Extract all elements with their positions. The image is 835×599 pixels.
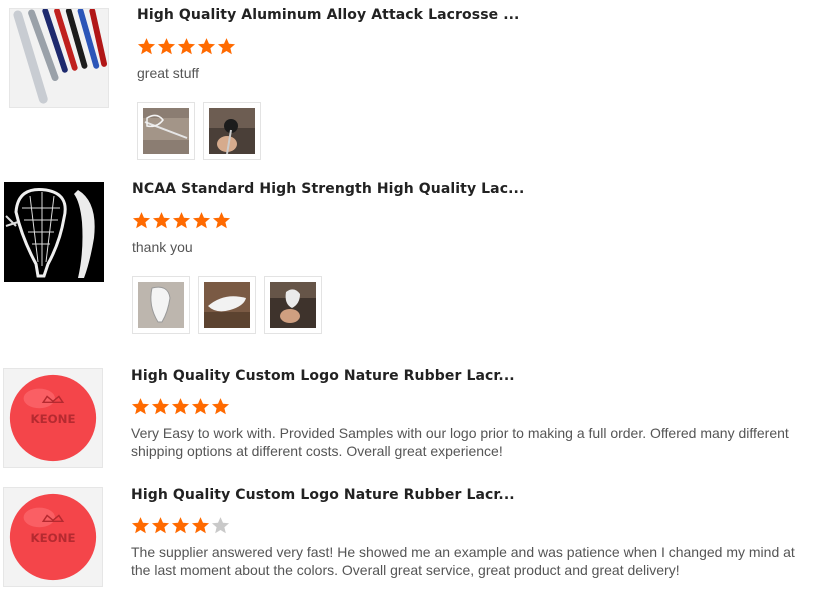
star-filled-icon [151, 517, 170, 534]
review-photo[interactable] [137, 102, 195, 160]
star-filled-icon [217, 38, 236, 55]
lacrosse-head-image [4, 182, 104, 282]
review-comment: Very Easy to work with. Provided Samples… [131, 425, 789, 459]
product-thumbnail[interactable] [9, 8, 109, 108]
star-filled-icon [191, 398, 210, 415]
star-filled-icon [131, 517, 150, 534]
product-thumbnail[interactable] [4, 182, 104, 282]
star-filled-icon [151, 398, 170, 415]
lacrosse-head-photo [138, 282, 184, 328]
star-filled-icon [172, 212, 191, 229]
rating-stars [131, 397, 230, 417]
star-filled-icon [157, 38, 176, 55]
review-photo[interactable] [203, 102, 261, 160]
star-filled-icon [192, 212, 211, 229]
product-title[interactable]: NCAA Standard High Strength High Quality… [132, 181, 524, 197]
star-empty-icon [211, 517, 230, 534]
star-filled-icon [171, 398, 190, 415]
review-photo[interactable] [198, 276, 256, 334]
red-lacrosse-ball-image: KEONE [4, 369, 102, 467]
star-filled-icon [131, 398, 150, 415]
star-filled-icon [211, 398, 230, 415]
rating-stars [131, 516, 230, 536]
star-filled-icon [191, 517, 210, 534]
review-photo[interactable] [132, 276, 190, 334]
rating-stars [132, 211, 231, 231]
product-title[interactable]: High Quality Custom Logo Nature Rubber L… [131, 368, 515, 384]
product-title[interactable]: High Quality Aluminum Alloy Attack Lacro… [137, 7, 519, 23]
ball-logo-text: KEONE [31, 412, 76, 426]
review-photo[interactable] [264, 276, 322, 334]
review-comment: thank you [132, 239, 193, 255]
lacrosse-stick-hand-photo [209, 108, 255, 154]
star-filled-icon [132, 212, 151, 229]
lacrosse-stick-photo [143, 108, 189, 154]
rating-stars [137, 37, 236, 57]
star-filled-icon [171, 517, 190, 534]
lacrosse-head-hand-photo [270, 282, 316, 328]
star-filled-icon [177, 38, 196, 55]
product-thumbnail[interactable]: KEONE [3, 368, 103, 468]
star-filled-icon [197, 38, 216, 55]
star-filled-icon [152, 212, 171, 229]
lacrosse-shafts-image [10, 9, 108, 107]
star-filled-icon [137, 38, 156, 55]
review-photos [132, 276, 322, 334]
review-photos [137, 102, 261, 160]
review-comment: The supplier answered very fast! He show… [131, 544, 795, 578]
star-filled-icon [212, 212, 231, 229]
lacrosse-head-side-photo [204, 282, 250, 328]
ball-logo-text: KEONE [31, 531, 76, 545]
review-comment: great stuff [137, 65, 200, 81]
red-lacrosse-ball-image: KEONE [4, 488, 102, 586]
product-thumbnail[interactable]: KEONE [3, 487, 103, 587]
product-title[interactable]: High Quality Custom Logo Nature Rubber L… [131, 487, 515, 503]
